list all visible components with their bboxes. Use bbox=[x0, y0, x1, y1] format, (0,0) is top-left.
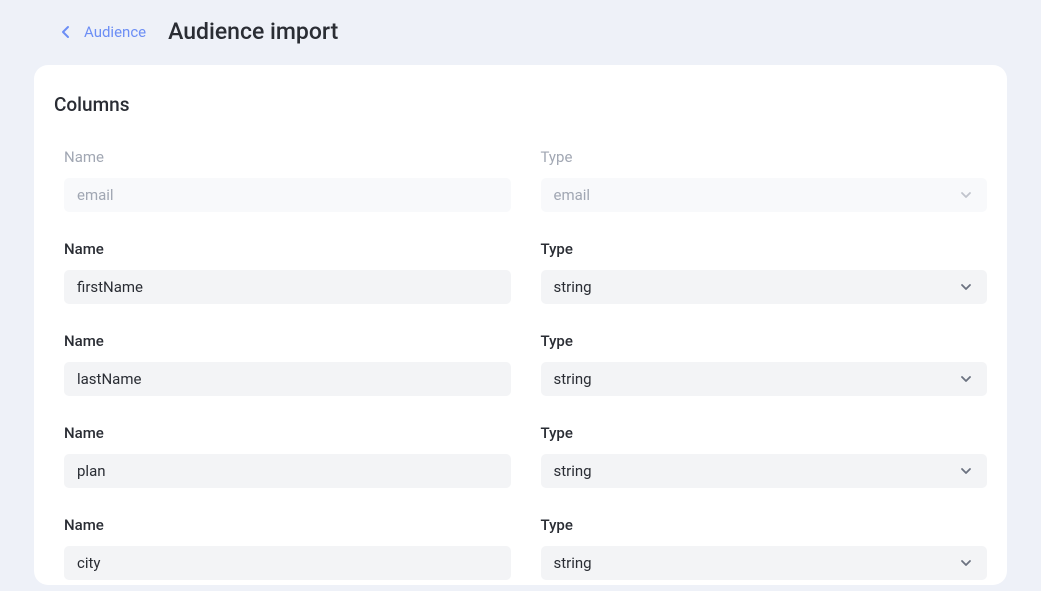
columns-rows: Name Type email Name Type string bbox=[54, 148, 987, 580]
column-row: Name Type string bbox=[64, 332, 987, 396]
select-value: string bbox=[554, 554, 592, 572]
name-label: Name bbox=[64, 148, 511, 166]
chevron-down-icon bbox=[958, 555, 974, 571]
column-type-select[interactable]: string bbox=[541, 546, 988, 580]
column-type-select-wrap: email bbox=[541, 178, 988, 212]
column-name-col: Name bbox=[64, 148, 511, 212]
select-value: string bbox=[554, 370, 592, 388]
column-type-col: Type string bbox=[541, 332, 988, 396]
column-type-col: Type string bbox=[541, 424, 988, 488]
chevron-down-icon bbox=[958, 279, 974, 295]
section-title: Columns bbox=[54, 93, 987, 116]
chevron-left-icon bbox=[58, 24, 74, 40]
column-name-col: Name bbox=[64, 424, 511, 488]
column-row: Name Type string bbox=[64, 424, 987, 488]
column-type-select-wrap: string bbox=[541, 362, 988, 396]
chevron-down-icon bbox=[958, 187, 974, 203]
column-type-select-wrap: string bbox=[541, 454, 988, 488]
column-type-col: Type string bbox=[541, 516, 988, 580]
column-name-input[interactable] bbox=[64, 362, 511, 396]
name-label: Name bbox=[64, 516, 511, 534]
name-label: Name bbox=[64, 424, 511, 442]
column-name-col: Name bbox=[64, 240, 511, 304]
column-type-select: email bbox=[541, 178, 988, 212]
column-type-col: Type email bbox=[541, 148, 988, 212]
type-label: Type bbox=[541, 424, 988, 442]
type-label: Type bbox=[541, 240, 988, 258]
chevron-down-icon bbox=[958, 371, 974, 387]
column-type-select-wrap: string bbox=[541, 270, 988, 304]
breadcrumb-link[interactable]: Audience bbox=[84, 23, 146, 41]
column-type-select[interactable]: string bbox=[541, 362, 988, 396]
column-row: Name Type string bbox=[64, 516, 987, 580]
column-row: Name Type email bbox=[64, 148, 987, 212]
name-label: Name bbox=[64, 332, 511, 350]
page-header: Audience Audience import bbox=[0, 0, 1041, 57]
column-row: Name Type string bbox=[64, 240, 987, 304]
type-label: Type bbox=[541, 148, 988, 166]
column-type-select[interactable]: string bbox=[541, 270, 988, 304]
column-type-select[interactable]: string bbox=[541, 454, 988, 488]
name-label: Name bbox=[64, 240, 511, 258]
columns-card: Columns Name Type email Name Type string bbox=[34, 65, 1007, 585]
breadcrumb[interactable]: Audience bbox=[58, 23, 168, 41]
type-label: Type bbox=[541, 332, 988, 350]
page-title: Audience import bbox=[168, 18, 338, 45]
type-label: Type bbox=[541, 516, 988, 534]
select-value: email bbox=[554, 186, 591, 204]
column-name-col: Name bbox=[64, 332, 511, 396]
column-type-select-wrap: string bbox=[541, 546, 988, 580]
chevron-down-icon bbox=[958, 463, 974, 479]
column-type-col: Type string bbox=[541, 240, 988, 304]
column-name-input[interactable] bbox=[64, 546, 511, 580]
select-value: string bbox=[554, 462, 592, 480]
column-name-input[interactable] bbox=[64, 270, 511, 304]
select-value: string bbox=[554, 278, 592, 296]
column-name-input[interactable] bbox=[64, 454, 511, 488]
column-name-col: Name bbox=[64, 516, 511, 580]
column-name-input bbox=[64, 178, 511, 212]
